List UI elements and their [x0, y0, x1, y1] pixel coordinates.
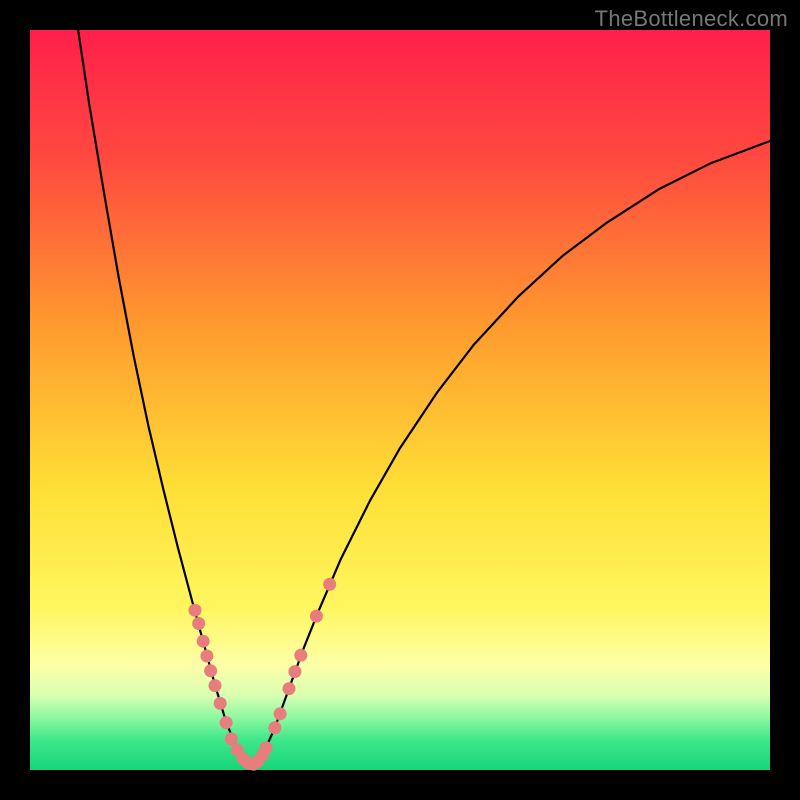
curve-markers	[189, 578, 337, 771]
marker-point	[294, 649, 307, 662]
marker-point	[283, 682, 296, 695]
marker-point	[323, 578, 336, 591]
curve-svg	[30, 30, 770, 770]
marker-point	[225, 732, 238, 745]
marker-point	[260, 741, 273, 754]
plot-area	[30, 30, 770, 770]
chart-frame: TheBottleneck.com	[0, 0, 800, 800]
marker-point	[274, 707, 287, 720]
marker-point	[288, 665, 301, 678]
marker-point	[214, 697, 227, 710]
marker-point	[220, 716, 233, 729]
marker-point	[310, 610, 323, 623]
marker-point	[197, 635, 210, 648]
bottleneck-curve	[78, 30, 770, 764]
marker-point	[192, 617, 205, 630]
marker-point	[189, 604, 202, 617]
watermark-text: TheBottleneck.com	[595, 6, 788, 32]
marker-point	[209, 679, 222, 692]
marker-point	[268, 721, 281, 734]
marker-point	[200, 650, 213, 663]
marker-point	[204, 664, 217, 677]
